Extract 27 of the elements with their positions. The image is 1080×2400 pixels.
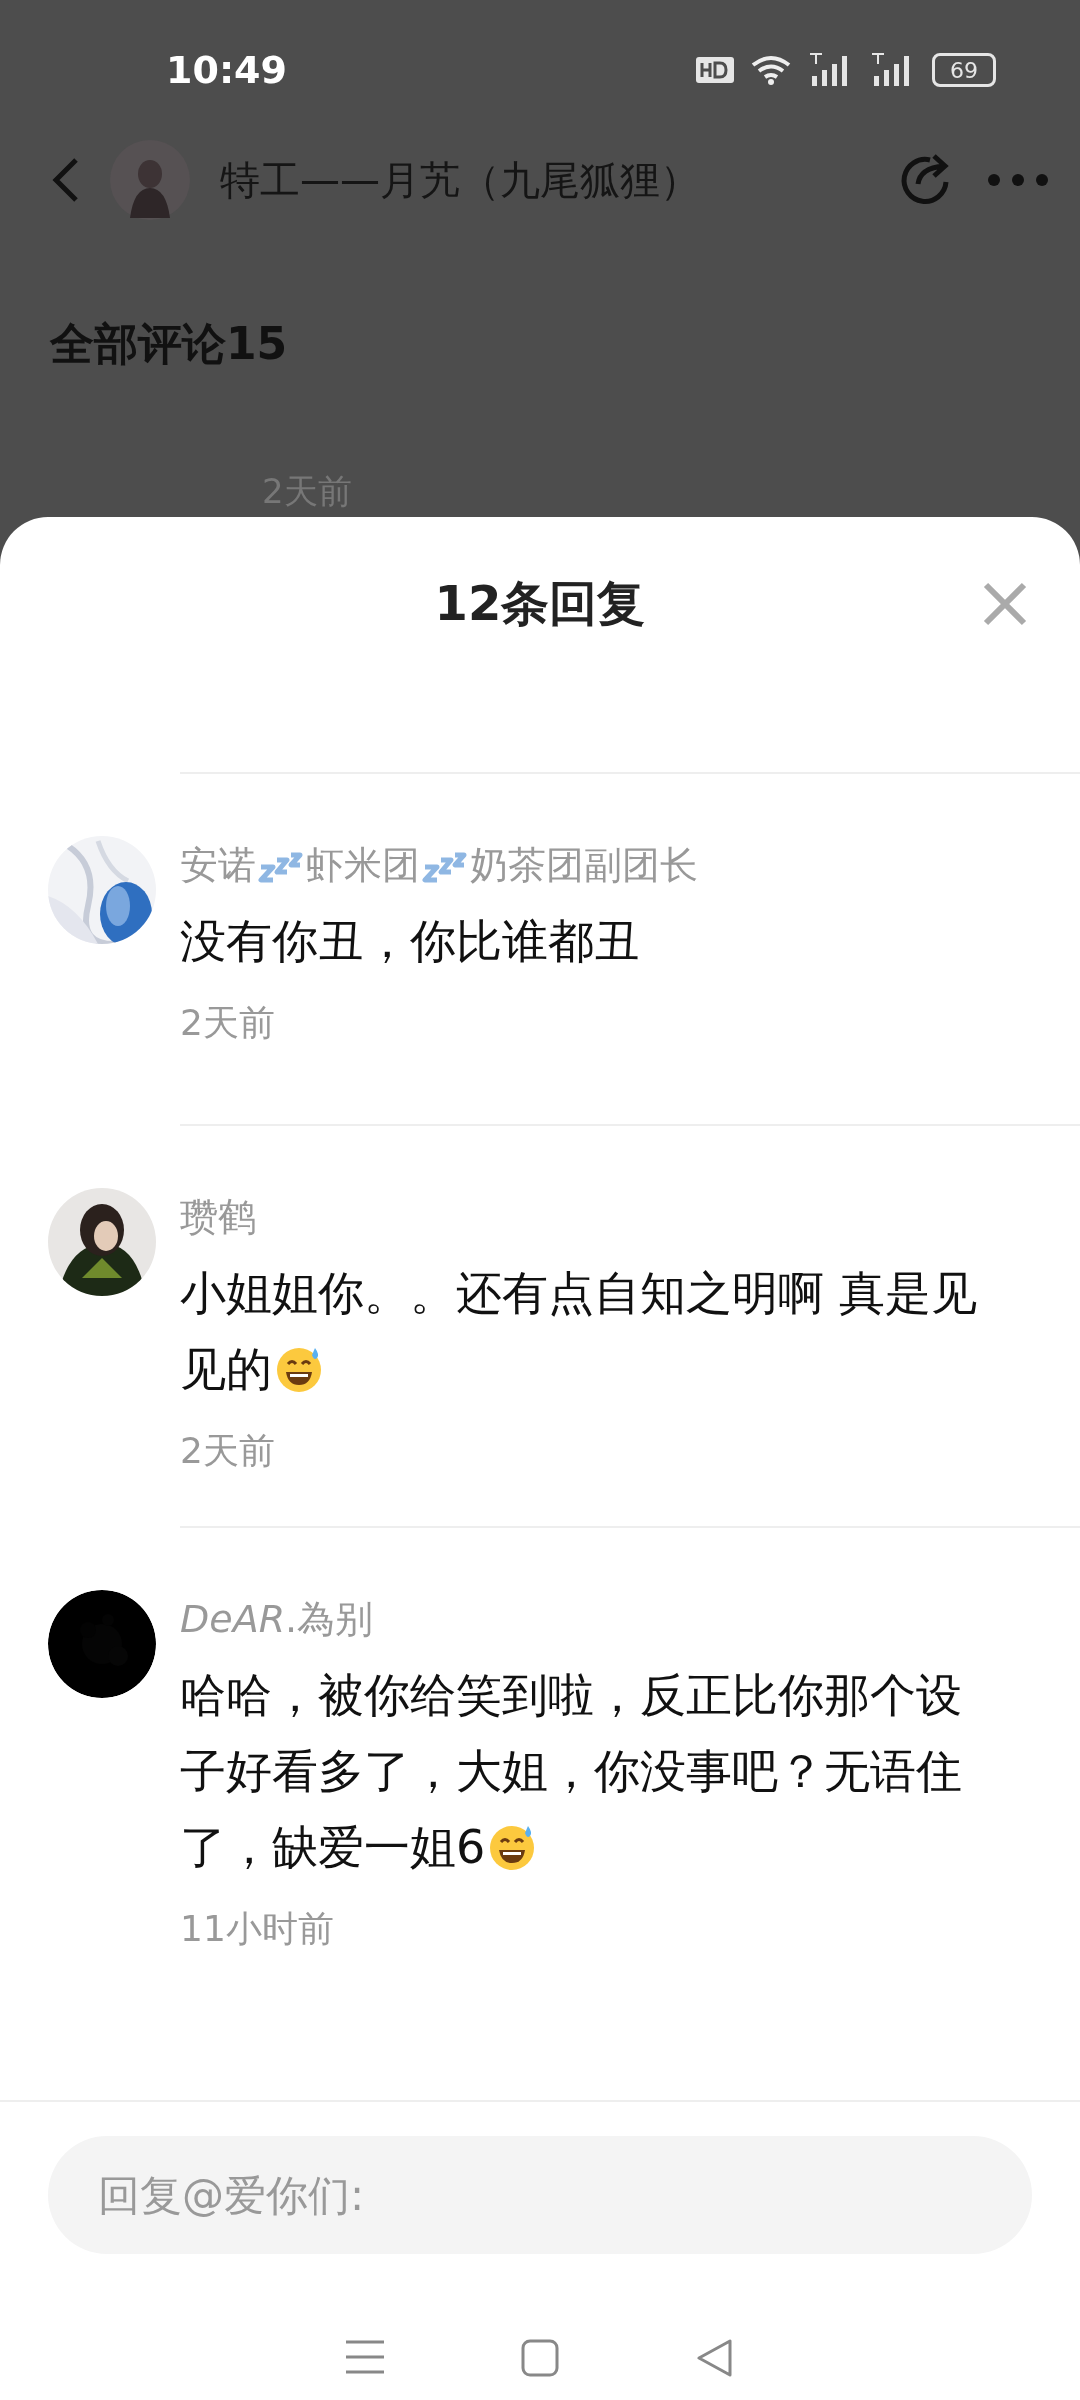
comment-time: 2天前 xyxy=(180,1430,275,1471)
comment-text-line: 哈哈，被你给笑到啦，反正比你那个设 xyxy=(180,1667,962,1724)
user-name[interactable]: 瓒鹤 xyxy=(180,1192,256,1243)
comment-time: 11小时前 xyxy=(180,1908,334,1949)
comment-text-line: 没有你丑，你比谁都丑 xyxy=(180,913,640,970)
battery-level: 69 xyxy=(932,53,996,87)
comment-text-line: 了，缺爱一姐6 xyxy=(180,1819,486,1876)
comment-text-line: 小姐姐你。。还有点自知之明啊 真是见 xyxy=(180,1265,977,1322)
section-title: 全部评论15 xyxy=(49,317,289,371)
home-button[interactable] xyxy=(521,2339,559,2377)
user-name[interactable]: 安诺 xyxy=(180,840,256,891)
user-name[interactable]: DeAR.為别 xyxy=(180,1594,374,1645)
status-time: 10:49 xyxy=(166,48,288,92)
comment-time: 2天前 xyxy=(180,1002,275,1043)
back-button[interactable] xyxy=(50,156,80,204)
comment-text-line: 子好看多了，大姐，你没事吧？无语住 xyxy=(180,1743,962,1800)
user-name[interactable]: 虾米团 xyxy=(306,840,420,891)
comment-text-line: 见的 xyxy=(180,1341,272,1398)
back-nav-button[interactable] xyxy=(695,2339,734,2377)
header-title: 特工——月艽（九尾狐狸） xyxy=(220,155,701,205)
hd-icon xyxy=(696,57,734,83)
wifi-icon xyxy=(750,54,792,86)
reply-field[interactable]: 回复@爱你们: xyxy=(48,2136,1032,2254)
more-button[interactable] xyxy=(986,172,1050,188)
menu-button[interactable] xyxy=(346,2339,385,2377)
user-name[interactable]: 奶茶团副团长 xyxy=(470,840,698,891)
sheet-title: 12条回复 xyxy=(434,574,646,633)
